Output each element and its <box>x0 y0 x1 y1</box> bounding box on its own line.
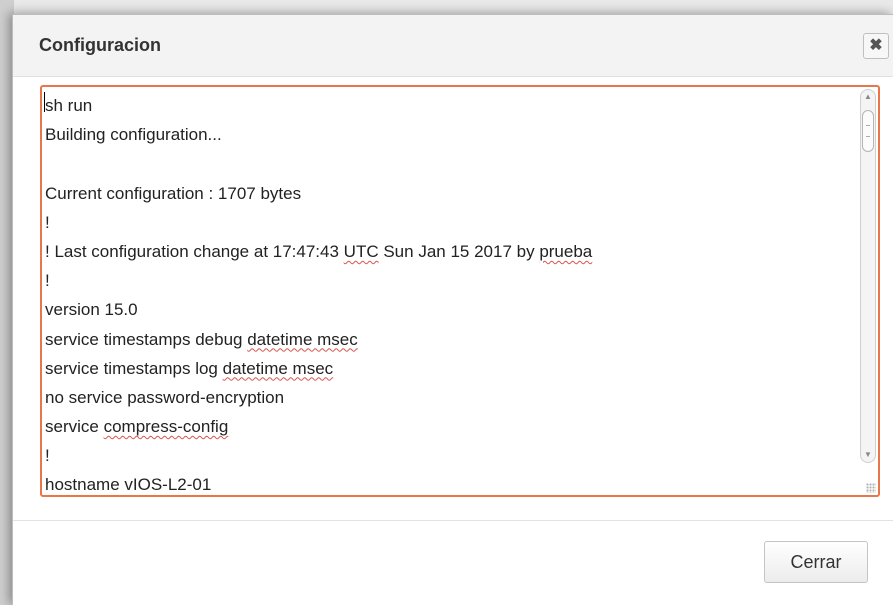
config-textarea[interactable]: sh run Building configuration... Current c… <box>40 85 880 497</box>
config-text-segment: sh run <box>45 96 93 115</box>
config-text-segment: no service password-encryption <box>45 387 285 407</box>
spellcheck-word: UTC <box>343 241 379 261</box>
config-text-segment: service timestamps debug <box>45 329 248 349</box>
textarea-scrollbar[interactable]: ▲ ▼ <box>860 89 876 463</box>
grip-icon <box>866 125 870 137</box>
spellcheck-word: prueba <box>539 241 593 261</box>
resize-handle-icon[interactable] <box>866 483 876 493</box>
scroll-up-icon[interactable]: ▲ <box>863 91 873 103</box>
spellcheck-word: datetime msec <box>247 329 358 349</box>
dialog-header: Configuracion ✖ <box>13 15 893 77</box>
config-line: service compress-config <box>45 412 855 441</box>
config-text-segment: service timestamps log <box>45 358 223 378</box>
config-line: no service password-encryption <box>45 383 855 412</box>
close-icon[interactable]: ✖ <box>863 33 889 59</box>
spellcheck-word: compress-config <box>103 417 229 437</box>
config-text-segment: ! <box>45 271 50 291</box>
config-text-segment: ! Last configuration change at 17:47:43 <box>45 241 344 261</box>
cerrar-button[interactable]: Cerrar <box>764 541 868 583</box>
config-text-segment: ! <box>45 446 50 466</box>
config-line: Building configuration... <box>45 120 855 149</box>
config-text-segment: Sun Jan 15 2017 by <box>378 241 540 261</box>
configuration-dialog: Configuracion ✖ sh run Building configura… <box>12 14 893 605</box>
config-line: ! <box>45 441 855 470</box>
config-line: service timestamps log datetime msec <box>45 354 855 383</box>
config-line: ! Last configuration change at 17:47:43 … <box>45 237 855 266</box>
scrollbar-thumb[interactable] <box>862 110 874 152</box>
config-text-segment: Current configuration : 1707 bytes <box>45 183 302 203</box>
config-line: Current configuration : 1707 bytes <box>45 179 855 208</box>
config-line: ! <box>45 208 855 237</box>
config-line: ! <box>45 266 855 295</box>
config-line: version 15.0 <box>45 295 855 324</box>
config-text-segment: service <box>45 417 104 437</box>
config-text-segment: version 15.0 <box>45 300 138 320</box>
config-line: sh run <box>45 91 855 120</box>
config-text-segment: hostname vIOS-L2-01 <box>45 475 212 495</box>
config-line <box>45 149 855 178</box>
config-text-segment: Building configuration... <box>45 125 222 145</box>
config-text-segment: ! <box>45 212 50 232</box>
footer-divider <box>13 520 893 521</box>
config-line: service timestamps debug datetime msec <box>45 325 855 354</box>
config-line: hostname vIOS-L2-01 <box>45 470 855 495</box>
spellcheck-word: datetime msec <box>222 358 334 378</box>
scroll-down-icon[interactable]: ▼ <box>863 449 873 461</box>
config-output-text: sh run Building configuration... Current c… <box>45 91 855 495</box>
dialog-title: Configuracion <box>39 35 161 55</box>
